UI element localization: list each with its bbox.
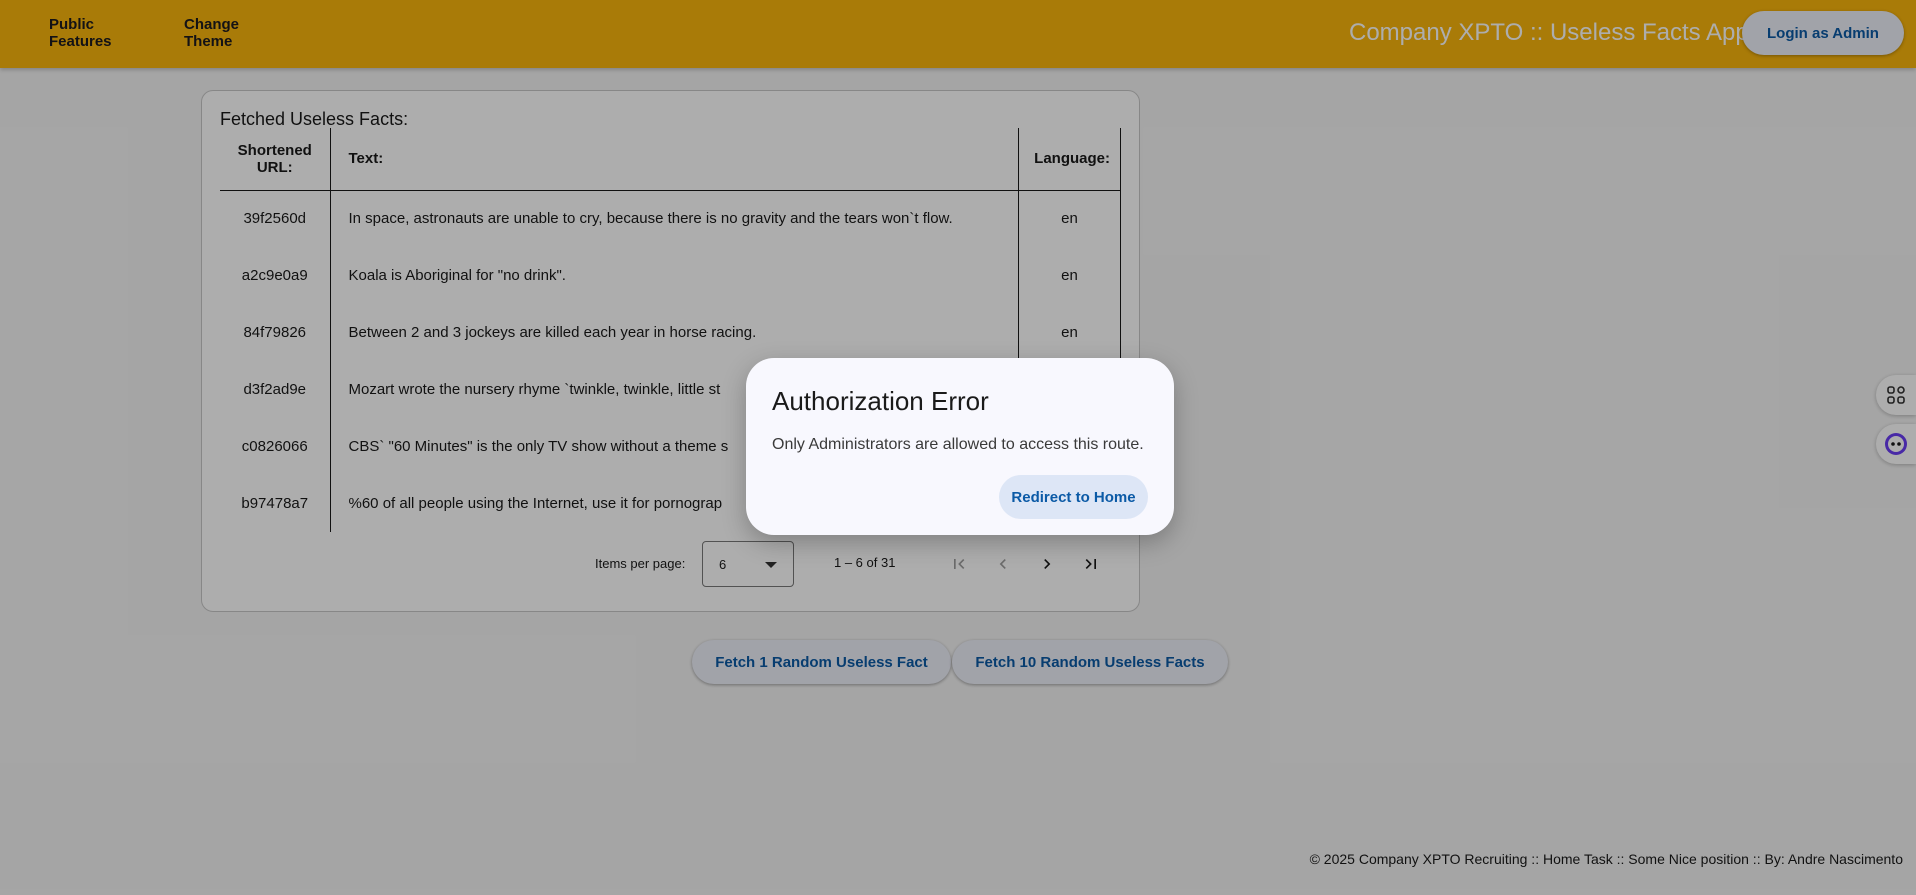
redirect-to-home-button[interactable]: Redirect to Home	[999, 475, 1148, 519]
authorization-error-dialog: Authorization Error Only Administrators …	[746, 358, 1174, 535]
dialog-message: Only Administrators are allowed to acces…	[772, 436, 1144, 453]
dialog-title: Authorization Error	[772, 386, 989, 416]
